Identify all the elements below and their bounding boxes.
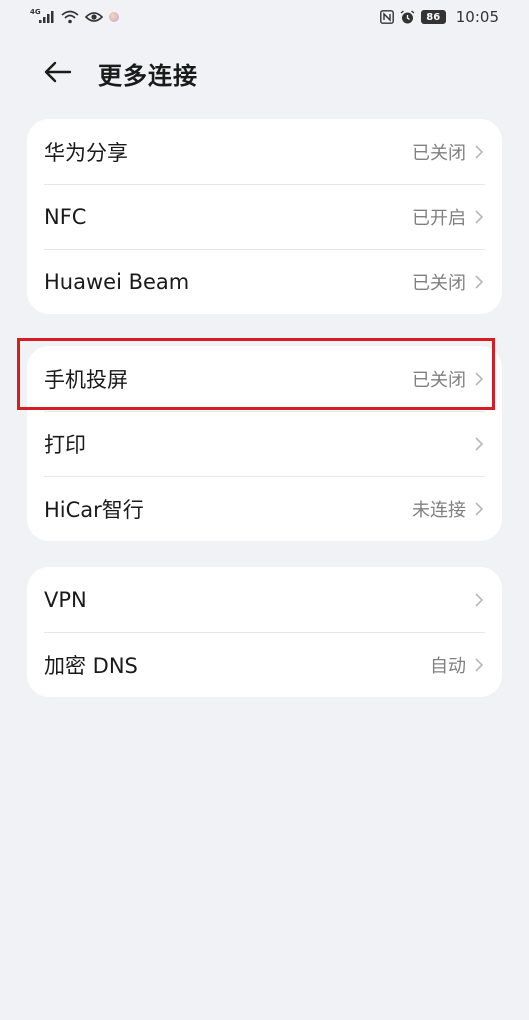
row-label: 手机投屏 [44, 367, 128, 392]
row-status: 未连接 [412, 499, 466, 521]
row-status: 自动 [430, 655, 466, 677]
network-type: 4G [30, 8, 41, 16]
chevron-right-icon [474, 274, 484, 290]
chevron-right-icon [474, 209, 484, 225]
back-button[interactable] [40, 58, 76, 86]
chevron-right-icon [474, 501, 484, 517]
alarm-icon [400, 9, 415, 25]
row-status: 已关闭 [412, 272, 466, 294]
eye-icon [84, 11, 103, 23]
row-huawei-beam[interactable]: Huawei Beam 已关闭 [27, 249, 502, 314]
signal-icon: 4G [30, 8, 55, 23]
row-label: HiCar智行 [44, 497, 144, 522]
page-title: 更多连接 [98, 62, 198, 90]
status-bar-right: 86 10:05 [379, 8, 499, 26]
status-bar: 4G 86 10:05 [0, 0, 529, 34]
connection-group-2: 手机投屏 已关闭 打印 HiCar智行 未连接 [27, 346, 502, 541]
row-label: Huawei Beam [44, 269, 190, 294]
chevron-right-icon [474, 657, 484, 673]
row-private-dns[interactable]: 加密 DNS 自动 [27, 632, 502, 697]
clock: 10:05 [455, 8, 499, 26]
row-status: 已关闭 [412, 369, 466, 391]
wifi-icon [61, 10, 79, 24]
row-screen-projection[interactable]: 手机投屏 已关闭 [27, 346, 502, 411]
row-label: VPN [44, 587, 87, 612]
chevron-right-icon [474, 144, 484, 160]
row-hicar[interactable]: HiCar智行 未连接 [27, 476, 502, 541]
connection-group-3: VPN 加密 DNS 自动 [27, 567, 502, 697]
chevron-right-icon [474, 436, 484, 452]
nfc-icon [379, 10, 394, 24]
row-label: 华为分享 [44, 140, 128, 165]
connection-group-1: 华为分享 已关闭 NFC 已开启 Huawei Beam 已关闭 [27, 119, 502, 314]
row-print[interactable]: 打印 [27, 411, 502, 476]
row-label: 加密 DNS [44, 653, 138, 678]
chevron-right-icon [474, 592, 484, 608]
row-nfc[interactable]: NFC 已开启 [27, 184, 502, 249]
row-label: NFC [44, 204, 87, 229]
chevron-right-icon [474, 371, 484, 387]
row-status: 已关闭 [412, 142, 466, 164]
status-bar-left: 4G [30, 8, 119, 24]
battery-indicator: 86 [420, 10, 446, 24]
row-vpn[interactable]: VPN [27, 567, 502, 632]
row-label: 打印 [44, 432, 86, 457]
row-status: 已开启 [412, 207, 466, 229]
back-arrow-icon [44, 61, 72, 83]
row-huawei-share[interactable]: 华为分享 已关闭 [27, 119, 502, 184]
page-header: 更多连接 [0, 46, 529, 98]
notification-dot-icon [108, 12, 119, 22]
